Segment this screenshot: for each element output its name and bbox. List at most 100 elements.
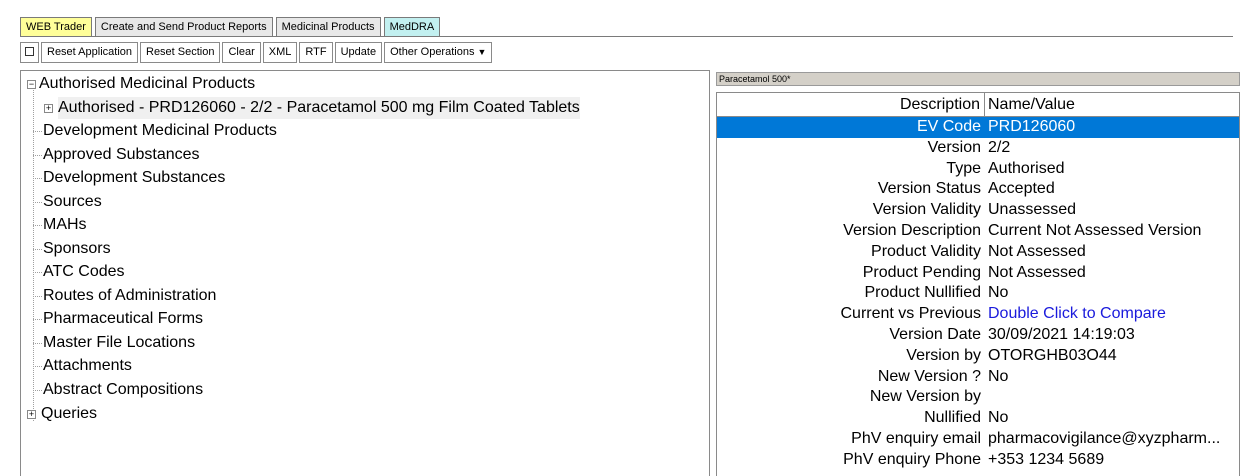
- property-row-ev-code[interactable]: EV Code PRD126060: [717, 117, 1239, 138]
- property-row-compare[interactable]: Current vs Previous Double Click to Compa…: [717, 304, 1239, 325]
- reset-application-button[interactable]: Reset Application: [41, 42, 138, 63]
- tree-node-label: ATC Codes: [43, 263, 125, 280]
- tree-connector: [33, 343, 42, 344]
- column-header-description[interactable]: Description: [717, 93, 985, 116]
- tree-node-pharmaceutical-forms[interactable]: Pharmaceutical Forms: [43, 308, 203, 330]
- property-row[interactable]: Product Pending Not Assessed: [717, 263, 1239, 284]
- tree-node-atc-codes[interactable]: ATC Codes: [43, 261, 125, 283]
- tree-node-label: Sources: [43, 193, 102, 210]
- tree-connector: [33, 272, 42, 273]
- property-row[interactable]: Nullified No: [717, 408, 1239, 429]
- tree-connector: [33, 87, 34, 421]
- other-operations-label: Other Operations: [390, 46, 475, 58]
- property-value: PRD126060: [988, 118, 1076, 135]
- tree-node-label: Sponsors: [43, 240, 111, 257]
- tree-node-label: Development Medicinal Products: [43, 122, 277, 139]
- expand-icon[interactable]: +: [27, 410, 36, 419]
- property-label: PhV enquiry Phone: [843, 450, 981, 468]
- tree-node-label: Master File Locations: [43, 334, 196, 351]
- tree-connector: [33, 390, 42, 391]
- tree-node-label: Approved Substances: [43, 146, 200, 163]
- tree-node-mahs[interactable]: MAHs: [43, 214, 87, 236]
- property-row[interactable]: Version Status Accepted: [717, 179, 1239, 200]
- tab-divider: [20, 36, 1233, 37]
- tree-node-approved-substances[interactable]: Approved Substances: [43, 144, 200, 166]
- tree-connector: [33, 249, 42, 250]
- property-row[interactable]: PhV enquiry Phone +353 1234 5689: [717, 450, 1239, 471]
- rtf-button[interactable]: RTF: [299, 42, 333, 63]
- update-button[interactable]: Update: [334, 42, 383, 63]
- tree-connector: [33, 155, 42, 156]
- property-label: Version Validity: [872, 201, 981, 219]
- property-row[interactable]: Product Validity Not Assessed: [717, 242, 1239, 263]
- tree-node-label: Abstract Compositions: [43, 381, 204, 398]
- tree-connector: [33, 225, 42, 226]
- property-value: 30/09/2021 14:19:03: [988, 325, 1135, 343]
- property-label: Current vs Previous: [840, 305, 982, 323]
- property-label: Version by: [906, 346, 981, 364]
- toolbar: Reset Application Reset Section Clear XM…: [20, 42, 494, 64]
- navigation-tree: − Authorised Medicinal Products + Author…: [20, 70, 710, 476]
- checkbox-icon: [25, 47, 34, 56]
- tree-connector: [33, 178, 42, 179]
- tab-web-trader[interactable]: WEB Trader: [20, 17, 92, 37]
- detail-panel-title: Paracetamol 500*: [716, 72, 1240, 86]
- tree-node-label: MAHs: [43, 216, 87, 233]
- property-label: Version Date: [889, 325, 981, 343]
- property-value: Current Not Assessed Version: [988, 221, 1202, 239]
- property-label: New Version ?: [877, 367, 981, 385]
- property-row[interactable]: PhV enquiry email pharmacovigilance@xyzph…: [717, 429, 1239, 450]
- select-all-button[interactable]: [20, 42, 39, 63]
- property-label: Version Status: [877, 180, 981, 198]
- collapse-icon[interactable]: −: [27, 80, 36, 89]
- property-row[interactable]: Version Date 30/09/2021 14:19:03: [717, 325, 1239, 346]
- property-label: PhV enquiry email: [851, 429, 981, 447]
- property-row[interactable]: New Version by: [717, 387, 1239, 408]
- property-label: Version: [927, 138, 981, 156]
- property-value: Not Assessed: [988, 263, 1086, 281]
- property-value: [985, 387, 1239, 408]
- expand-icon[interactable]: +: [44, 104, 53, 113]
- reset-section-button[interactable]: Reset Section: [140, 42, 221, 63]
- tree-node-sources[interactable]: Sources: [43, 191, 102, 213]
- property-row[interactable]: Version by OTORGHB03O44: [717, 346, 1239, 367]
- property-row[interactable]: Version Description Current Not Assessed …: [717, 221, 1239, 242]
- property-row[interactable]: Product Nullified No: [717, 283, 1239, 304]
- property-label: Type: [946, 159, 981, 177]
- xml-button[interactable]: XML: [262, 42, 298, 63]
- tab-meddra[interactable]: MedDRA: [383, 17, 441, 37]
- property-row[interactable]: Version 2/2: [717, 138, 1239, 159]
- property-value: pharmacovigilance@xyzpharm...: [988, 429, 1221, 447]
- tab-medicinal-products[interactable]: Medicinal Products: [275, 17, 381, 37]
- property-value: +353 1234 5689: [988, 450, 1105, 468]
- property-label: Version Description: [843, 221, 981, 239]
- tree-node-label: Queries: [41, 405, 98, 422]
- tree-node-routes[interactable]: Routes of Administration: [43, 285, 216, 307]
- tree-node-master-file-locations[interactable]: Master File Locations: [43, 332, 195, 354]
- tree-node-abstract-compositions[interactable]: Abstract Compositions: [43, 379, 203, 401]
- property-row[interactable]: Type Authorised: [717, 159, 1239, 180]
- property-value: Not Assessed: [988, 242, 1086, 260]
- clear-button[interactable]: Clear: [222, 42, 261, 63]
- property-label: Product Validity: [871, 242, 981, 260]
- property-label: New Version by: [869, 388, 981, 406]
- compare-link[interactable]: Double Click to Compare: [985, 304, 1239, 325]
- property-label: Product Nullified: [864, 284, 982, 302]
- property-value: Authorised: [988, 159, 1065, 177]
- property-row[interactable]: New Version ? No: [717, 367, 1239, 388]
- tree-connector: [33, 202, 42, 203]
- property-row[interactable]: Version Validity Unassessed: [717, 200, 1239, 221]
- property-value: No: [988, 284, 1009, 302]
- other-operations-dropdown[interactable]: Other Operations ▼: [384, 42, 493, 63]
- column-header-value[interactable]: Name/Value: [985, 93, 1239, 116]
- tree-node-development-substances[interactable]: Development Substances: [43, 167, 225, 189]
- property-value: No: [988, 409, 1009, 427]
- tree-node-attachments[interactable]: Attachments: [43, 355, 132, 377]
- tree-connector: [33, 366, 42, 367]
- tree-node-development-products[interactable]: Development Medicinal Products: [43, 120, 277, 142]
- tab-create-send-reports[interactable]: Create and Send Product Reports: [94, 17, 273, 37]
- tree-node-label: Authorised - PRD126060 - 2/2 - Paracetam…: [58, 97, 580, 119]
- property-grid: Description Name/Value EV Code PRD126060 …: [716, 92, 1240, 476]
- tree-node-sponsors[interactable]: Sponsors: [43, 238, 111, 260]
- top-tab-bar: WEB Trader Create and Send Product Repor…: [20, 17, 443, 37]
